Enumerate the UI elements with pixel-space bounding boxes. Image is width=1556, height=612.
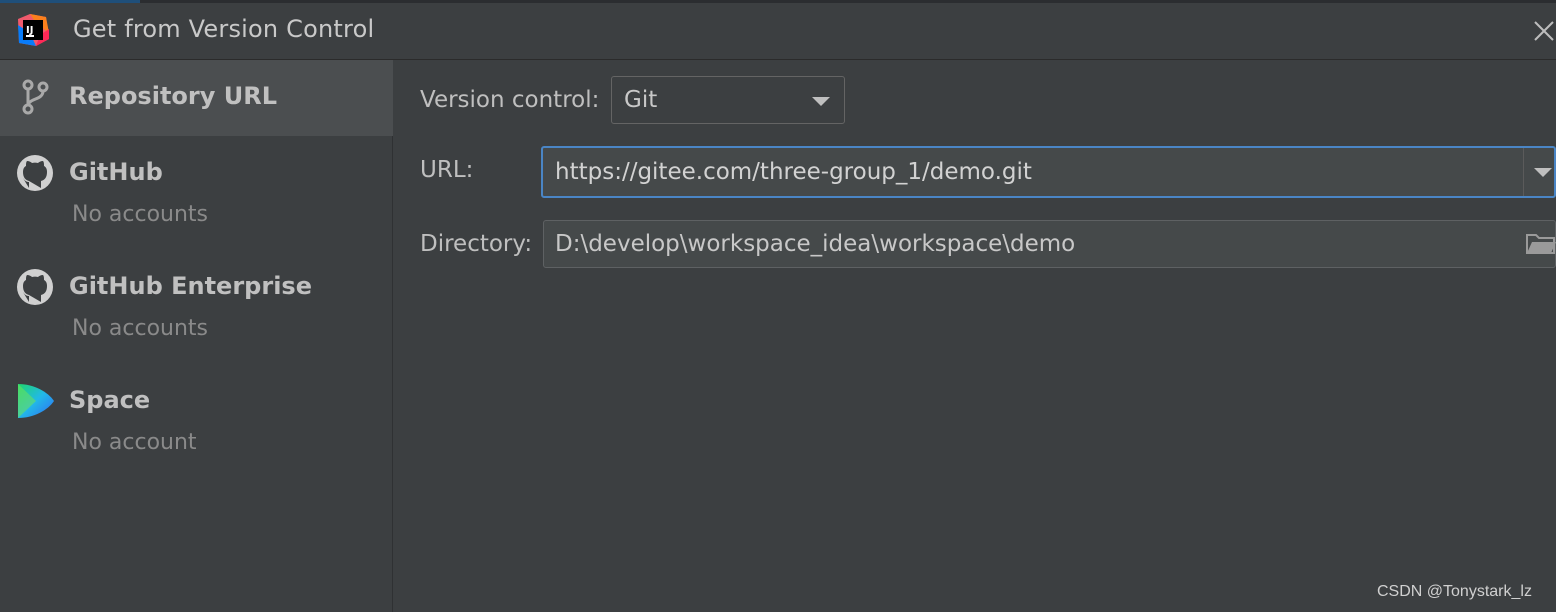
sidebar: Repository URL GitHub No accounts GitHub…	[0, 60, 393, 612]
url-label: URL:	[420, 157, 474, 183]
sidebar-item-label: Space	[69, 386, 151, 414]
directory-label: Directory:	[420, 231, 533, 257]
sidebar-item-label: Repository URL	[69, 82, 277, 110]
version-control-label: Version control:	[420, 87, 600, 113]
version-control-select[interactable]: Git	[611, 76, 845, 124]
space-icon	[18, 384, 54, 418]
sidebar-item-repository-url[interactable]: Repository URL	[0, 60, 393, 136]
sidebar-item-github[interactable]: GitHub No accounts	[0, 136, 393, 250]
chevron-down-icon	[812, 97, 830, 106]
sidebar-item-label: GitHub Enterprise	[69, 272, 312, 300]
background-strip	[0, 0, 1556, 3]
svg-text:IJ: IJ	[26, 25, 33, 36]
sidebar-item-subtitle: No account	[72, 430, 197, 455]
branch-icon	[22, 79, 49, 115]
folder-browse-icon[interactable]	[1525, 231, 1556, 257]
url-field[interactable]	[541, 146, 1556, 198]
url-input[interactable]	[543, 148, 1523, 196]
close-icon[interactable]	[1530, 16, 1556, 44]
chevron-down-icon	[1534, 168, 1552, 177]
sidebar-item-space[interactable]: Space No account	[0, 364, 393, 478]
watermark: CSDN @Tonystark_lz	[1377, 583, 1532, 600]
title-bar: IJ Get from Version Control	[0, 0, 1556, 60]
sidebar-item-subtitle: No accounts	[72, 316, 209, 341]
github-icon	[17, 269, 53, 305]
sidebar-item-github-enterprise[interactable]: GitHub Enterprise No accounts	[0, 250, 393, 364]
directory-field[interactable]	[543, 220, 1556, 268]
version-control-value: Git	[624, 87, 658, 113]
background-accent	[0, 0, 140, 3]
sidebar-item-subtitle: No accounts	[72, 202, 209, 227]
sidebar-item-label: GitHub	[69, 158, 163, 186]
github-icon	[17, 155, 53, 191]
window-title: Get from Version Control	[73, 15, 375, 43]
intellij-idea-icon: IJ	[18, 14, 49, 46]
directory-input[interactable]	[544, 221, 1504, 267]
url-history-dropdown[interactable]	[1523, 148, 1556, 196]
